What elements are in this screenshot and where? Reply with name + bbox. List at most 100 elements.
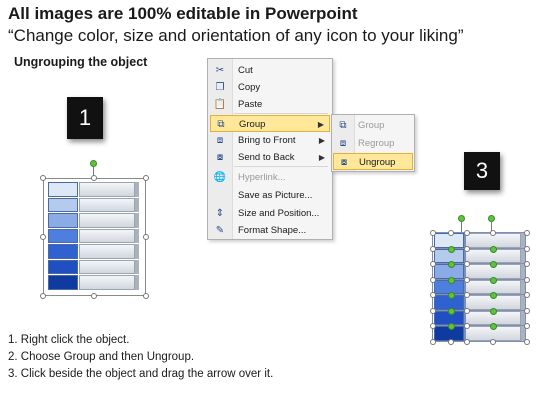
resize-handle[interactable]	[524, 338, 530, 345]
resize-handle[interactable]	[430, 292, 436, 298]
resize-handle[interactable]	[91, 293, 97, 299]
rotation-handle-stem	[461, 222, 462, 232]
resize-handle[interactable]	[430, 230, 436, 236]
rotation-handle[interactable]	[490, 261, 497, 268]
resize-handle[interactable]	[143, 175, 149, 181]
resize-handle[interactable]	[464, 292, 470, 298]
resize-handle[interactable]	[40, 293, 46, 299]
rotation-handle[interactable]	[490, 323, 497, 330]
menu-item-copy[interactable]: ❐ Copy	[210, 79, 330, 96]
menu-item-bring-to-front[interactable]: ⧈ Bring to Front ▶	[210, 132, 330, 149]
rotation-handle[interactable]	[90, 160, 97, 167]
context-menu: ✂ Cut ❐ Copy 📋 Paste ⧉ Group ▶ ⧈ Bring to Front ▶ ⧇ S…	[207, 58, 333, 240]
submenu-arrow-icon: ▶	[318, 136, 325, 145]
rotation-handle[interactable]	[448, 276, 455, 284]
resize-handle[interactable]	[524, 230, 530, 236]
menu-separator	[234, 113, 328, 114]
bar-block	[48, 182, 78, 197]
menu-item-hyperlink: 🌐 Hyperlink...	[210, 169, 330, 186]
menu-item-send-to-back[interactable]: ⧇ Send to Back ▶	[210, 149, 330, 166]
rotation-handle[interactable]	[458, 215, 465, 222]
menu-item-size-and-position[interactable]: ⇕ Size and Position...	[210, 205, 330, 222]
bar-stack	[48, 182, 140, 292]
resize-handle[interactable]	[464, 307, 470, 314]
resize-handle[interactable]	[430, 338, 436, 345]
resize-handle[interactable]	[448, 338, 454, 345]
rotation-handle[interactable]	[490, 245, 497, 253]
scissors-icon: ✂	[215, 65, 225, 76]
resize-handle[interactable]	[524, 261, 530, 267]
regroup-icon: ⧈	[339, 138, 347, 149]
bar-slab-edge	[135, 228, 139, 243]
menu-item-label: Group	[239, 119, 266, 130]
rotation-handle[interactable]	[448, 323, 455, 330]
resize-handle[interactable]	[464, 338, 470, 345]
rotation-handle[interactable]	[490, 307, 497, 315]
rotation-handle[interactable]	[448, 261, 455, 268]
bar-slab	[79, 228, 135, 243]
resize-handle[interactable]	[464, 276, 470, 283]
bring-to-front-icon: ⧈	[216, 135, 224, 146]
bar-slab-edge	[135, 213, 139, 228]
resize-handle[interactable]	[430, 307, 436, 314]
resize-handle[interactable]	[143, 293, 149, 299]
grouped-object[interactable]	[40, 160, 150, 300]
resize-handle[interactable]	[448, 230, 454, 236]
rotation-handle[interactable]	[490, 292, 497, 299]
resize-handle[interactable]	[524, 276, 530, 283]
menu-item-save-as-picture[interactable]: Save as Picture...	[210, 187, 330, 204]
bar-slab-edge	[135, 244, 139, 259]
resize-handle[interactable]	[91, 175, 97, 181]
step-1-badge: 1	[67, 97, 103, 139]
bar-block	[48, 244, 78, 259]
rotation-handle[interactable]	[488, 215, 495, 222]
bar-slab-edge	[135, 275, 139, 290]
menu-item-cut[interactable]: ✂ Cut	[210, 62, 330, 79]
bar-block	[48, 259, 78, 274]
hyperlink-icon: 🌐	[213, 172, 227, 183]
resize-handle[interactable]	[524, 292, 530, 298]
resize-handle[interactable]	[524, 323, 530, 329]
bar-slab-edge	[135, 259, 139, 274]
resize-handle[interactable]	[464, 261, 470, 267]
submenu-item-ungroup[interactable]: ⧇ Ungroup	[333, 153, 413, 170]
menu-item-group[interactable]: ⧉ Group ▶	[210, 115, 330, 132]
bar-block	[48, 228, 78, 243]
menu-item-label: Copy	[238, 82, 261, 93]
submenu-item-label: Regroup	[358, 138, 395, 149]
rotation-handle[interactable]	[490, 276, 497, 284]
resize-handle[interactable]	[430, 323, 436, 329]
resize-handle[interactable]	[430, 261, 436, 267]
page-subtitle: “Change color, size and orientation of a…	[8, 26, 464, 45]
ungrouped-object[interactable]	[430, 213, 530, 347]
resize-handle[interactable]	[40, 234, 46, 240]
menu-item-paste[interactable]: 📋 Paste	[210, 96, 330, 113]
rotation-handle[interactable]	[448, 245, 455, 253]
menu-item-label: Bring to Front	[238, 135, 296, 146]
submenu-item-regroup: ⧈ Regroup	[333, 135, 413, 152]
resize-handle[interactable]	[430, 245, 436, 252]
page-title: All images are 100% editable in Powerpoi…	[8, 4, 358, 23]
resize-handle[interactable]	[524, 307, 530, 314]
menu-item-label: Size and Position...	[238, 208, 320, 219]
menu-item-label: Send to Back	[238, 152, 295, 163]
size-position-icon: ⇕	[215, 208, 225, 219]
resize-handle[interactable]	[524, 245, 530, 252]
resize-handle[interactable]	[464, 323, 470, 329]
rotation-handle[interactable]	[448, 307, 455, 315]
bar-slab	[79, 182, 135, 197]
resize-handle[interactable]	[430, 276, 436, 283]
menu-item-format-shape[interactable]: ✎ Format Shape...	[210, 222, 330, 239]
instructions-list: 1. Right click the object. 2. Choose Gro…	[8, 332, 273, 383]
bar-slab-edge	[135, 182, 139, 197]
menu-item-label: Save as Picture...	[238, 190, 313, 201]
resize-handle[interactable]	[464, 230, 470, 236]
resize-handle[interactable]	[143, 234, 149, 240]
bar-slab-edge	[135, 197, 139, 212]
submenu-item-group: ⧉ Group	[333, 117, 413, 134]
resize-handle[interactable]	[40, 175, 46, 181]
resize-handle[interactable]	[490, 230, 496, 236]
resize-handle[interactable]	[464, 245, 470, 252]
rotation-handle[interactable]	[448, 292, 455, 299]
resize-handle[interactable]	[490, 338, 496, 345]
